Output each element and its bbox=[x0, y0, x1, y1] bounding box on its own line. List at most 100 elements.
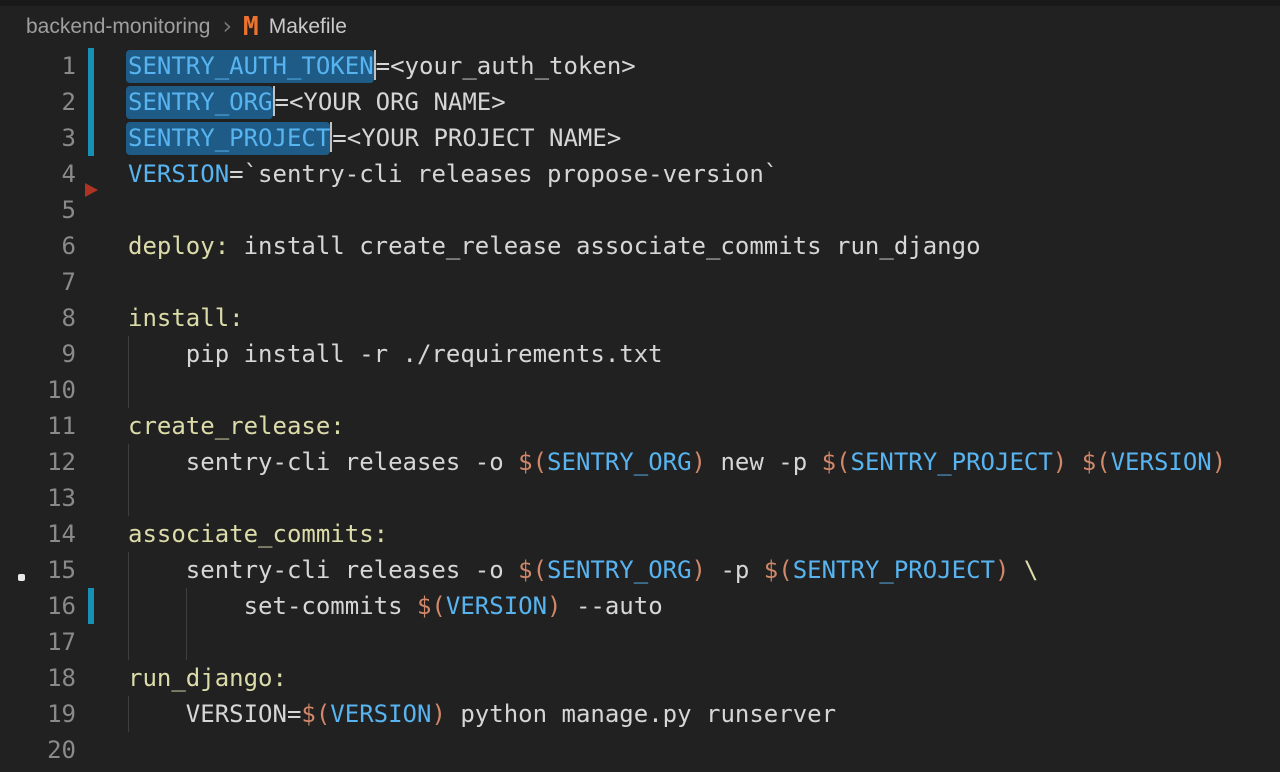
line-number[interactable]: 10 bbox=[0, 372, 76, 408]
code-line[interactable]: 14 associate_commits: bbox=[0, 516, 1280, 552]
code-token: set-commits bbox=[128, 592, 417, 620]
code-line[interactable]: 10 bbox=[0, 372, 1280, 408]
code-line-content[interactable]: deploy: install create_release associate… bbox=[128, 228, 981, 264]
code-token: $( bbox=[764, 556, 793, 584]
code-token: SENTRY_PROJECT bbox=[851, 448, 1053, 476]
code-token: new -p bbox=[706, 448, 822, 476]
line-number[interactable]: 13 bbox=[0, 480, 76, 516]
code-token: ) bbox=[1212, 448, 1226, 476]
code-token: ) bbox=[431, 700, 445, 728]
code-token bbox=[1009, 556, 1023, 584]
code-token: VERSION bbox=[446, 592, 547, 620]
code-line-content[interactable]: VERSION=`sentry-cli releases propose-ver… bbox=[128, 156, 778, 192]
code-token: =<YOUR PROJECT NAME> bbox=[332, 124, 621, 152]
code-line[interactable]: 1 SENTRY_AUTH_TOKEN=<your_auth_token> bbox=[0, 48, 1280, 84]
code-line-content[interactable]: pip install -r ./requirements.txt bbox=[128, 336, 663, 372]
code-line[interactable]: 15 sentry-cli releases -o $(SENTRY_ORG) … bbox=[0, 552, 1280, 588]
code-line[interactable]: 19 VERSION=$(VERSION) python manage.py r… bbox=[0, 696, 1280, 732]
code-token: -p bbox=[706, 556, 764, 584]
code-token: install create_release associate_commits… bbox=[229, 232, 980, 260]
code-line-content[interactable]: VERSION=$(VERSION) python manage.py runs… bbox=[128, 696, 836, 732]
code-token: associate_commits: bbox=[128, 520, 388, 548]
code-line[interactable]: 4 VERSION=`sentry-cli releases propose-ve… bbox=[0, 156, 1280, 192]
line-number[interactable]: 12 bbox=[0, 444, 76, 480]
code-line-content[interactable]: set-commits $(VERSION) --auto bbox=[128, 588, 663, 624]
selection-highlight: SENTRY_ORG bbox=[126, 86, 273, 119]
line-number[interactable]: 18 bbox=[0, 660, 76, 696]
code-token: sentry-cli releases -o bbox=[128, 556, 518, 584]
indent-guide bbox=[128, 624, 129, 660]
code-line[interactable]: 7 bbox=[0, 264, 1280, 300]
code-token bbox=[1067, 448, 1081, 476]
breadcrumb-file[interactable]: Makefile bbox=[269, 15, 347, 39]
line-number[interactable]: 1 bbox=[0, 48, 76, 84]
code-line[interactable]: 20 bbox=[0, 732, 1280, 768]
breadcrumb-folder[interactable]: backend-monitoring bbox=[26, 15, 210, 39]
code-line-content[interactable]: install: bbox=[128, 300, 244, 336]
code-line[interactable]: 17 bbox=[0, 624, 1280, 660]
code-line-content[interactable]: SENTRY_AUTH_TOKEN=<your_auth_token> bbox=[128, 48, 636, 84]
line-number[interactable]: 20 bbox=[0, 732, 76, 768]
breadcrumb: backend-monitoring › M Makefile bbox=[0, 6, 1280, 48]
line-number[interactable]: 19 bbox=[0, 696, 76, 732]
code-editor[interactable]: 1 SENTRY_AUTH_TOKEN=<your_auth_token> 2 SEN… bbox=[0, 48, 1280, 772]
code-token: SENTRY_ORG bbox=[547, 556, 692, 584]
code-token: $( bbox=[417, 592, 446, 620]
code-line-content[interactable]: SENTRY_PROJECT=<YOUR PROJECT NAME> bbox=[128, 120, 621, 156]
code-token: --auto bbox=[562, 592, 663, 620]
line-number[interactable]: 11 bbox=[0, 408, 76, 444]
makefile-icon: M bbox=[243, 14, 259, 40]
code-line[interactable]: 5 bbox=[0, 192, 1280, 228]
code-line-content[interactable]: sentry-cli releases -o $(SENTRY_ORG) -p … bbox=[128, 552, 1038, 588]
indent-guide bbox=[128, 372, 129, 408]
code-line[interactable]: 11 create_release: bbox=[0, 408, 1280, 444]
code-token: $( bbox=[301, 700, 330, 728]
code-line[interactable]: 3 SENTRY_PROJECT=<YOUR PROJECT NAME> bbox=[0, 120, 1280, 156]
code-token: ) bbox=[692, 556, 706, 584]
code-line[interactable]: 16 set-commits $(VERSION) --auto bbox=[0, 588, 1280, 624]
chevron-right-icon: › bbox=[222, 12, 232, 40]
modified-gutter-indicator bbox=[88, 588, 94, 624]
code-line[interactable]: 6 deploy: install create_release associat… bbox=[0, 228, 1280, 264]
code-token: VERSION bbox=[330, 700, 431, 728]
code-line-content[interactable]: sentry-cli releases -o $(SENTRY_ORG) new… bbox=[128, 444, 1226, 480]
code-line[interactable]: 13 bbox=[0, 480, 1280, 516]
modified-gutter-indicator bbox=[88, 84, 94, 120]
line-number[interactable]: 2 bbox=[0, 84, 76, 120]
code-token: install: bbox=[128, 304, 244, 332]
code-line-content[interactable]: create_release: bbox=[128, 408, 345, 444]
line-number[interactable]: 6 bbox=[0, 228, 76, 264]
line-number[interactable]: 14 bbox=[0, 516, 76, 552]
code-token: $( bbox=[1082, 448, 1111, 476]
code-line[interactable]: 2 SENTRY_ORG=<YOUR ORG NAME> bbox=[0, 84, 1280, 120]
selection-highlight: SENTRY_PROJECT bbox=[126, 122, 330, 155]
code-token: deploy: bbox=[128, 232, 229, 260]
code-token: ) bbox=[692, 448, 706, 476]
line-number[interactable]: 5 bbox=[0, 192, 76, 228]
code-token: ) bbox=[547, 592, 561, 620]
code-token: SENTRY_ORG bbox=[547, 448, 692, 476]
line-number[interactable]: 4 bbox=[0, 156, 76, 192]
code-token: VERSION= bbox=[128, 700, 301, 728]
gutter-arrow-icon bbox=[85, 183, 98, 197]
line-number[interactable]: 8 bbox=[0, 300, 76, 336]
line-number[interactable]: 7 bbox=[0, 264, 76, 300]
modified-gutter-indicator bbox=[88, 120, 94, 156]
line-number[interactable]: 16 bbox=[0, 588, 76, 624]
code-token: pip install -r ./requirements.txt bbox=[128, 340, 663, 368]
line-number[interactable]: 15 bbox=[0, 552, 76, 588]
stray-dot bbox=[18, 574, 25, 581]
line-number[interactable]: 9 bbox=[0, 336, 76, 372]
code-line[interactable]: 8 install: bbox=[0, 300, 1280, 336]
code-line-content[interactable]: run_django: bbox=[128, 660, 287, 696]
selection-highlight: SENTRY_AUTH_TOKEN bbox=[126, 50, 374, 83]
code-line[interactable]: 18 run_django: bbox=[0, 660, 1280, 696]
code-token: $( bbox=[822, 448, 851, 476]
code-token: $( bbox=[518, 556, 547, 584]
line-number[interactable]: 17 bbox=[0, 624, 76, 660]
code-line-content[interactable]: SENTRY_ORG=<YOUR ORG NAME> bbox=[128, 84, 506, 120]
code-line-content[interactable]: associate_commits: bbox=[128, 516, 388, 552]
code-line[interactable]: 9 pip install -r ./requirements.txt bbox=[0, 336, 1280, 372]
code-line[interactable]: 12 sentry-cli releases -o $(SENTRY_ORG) … bbox=[0, 444, 1280, 480]
line-number[interactable]: 3 bbox=[0, 120, 76, 156]
